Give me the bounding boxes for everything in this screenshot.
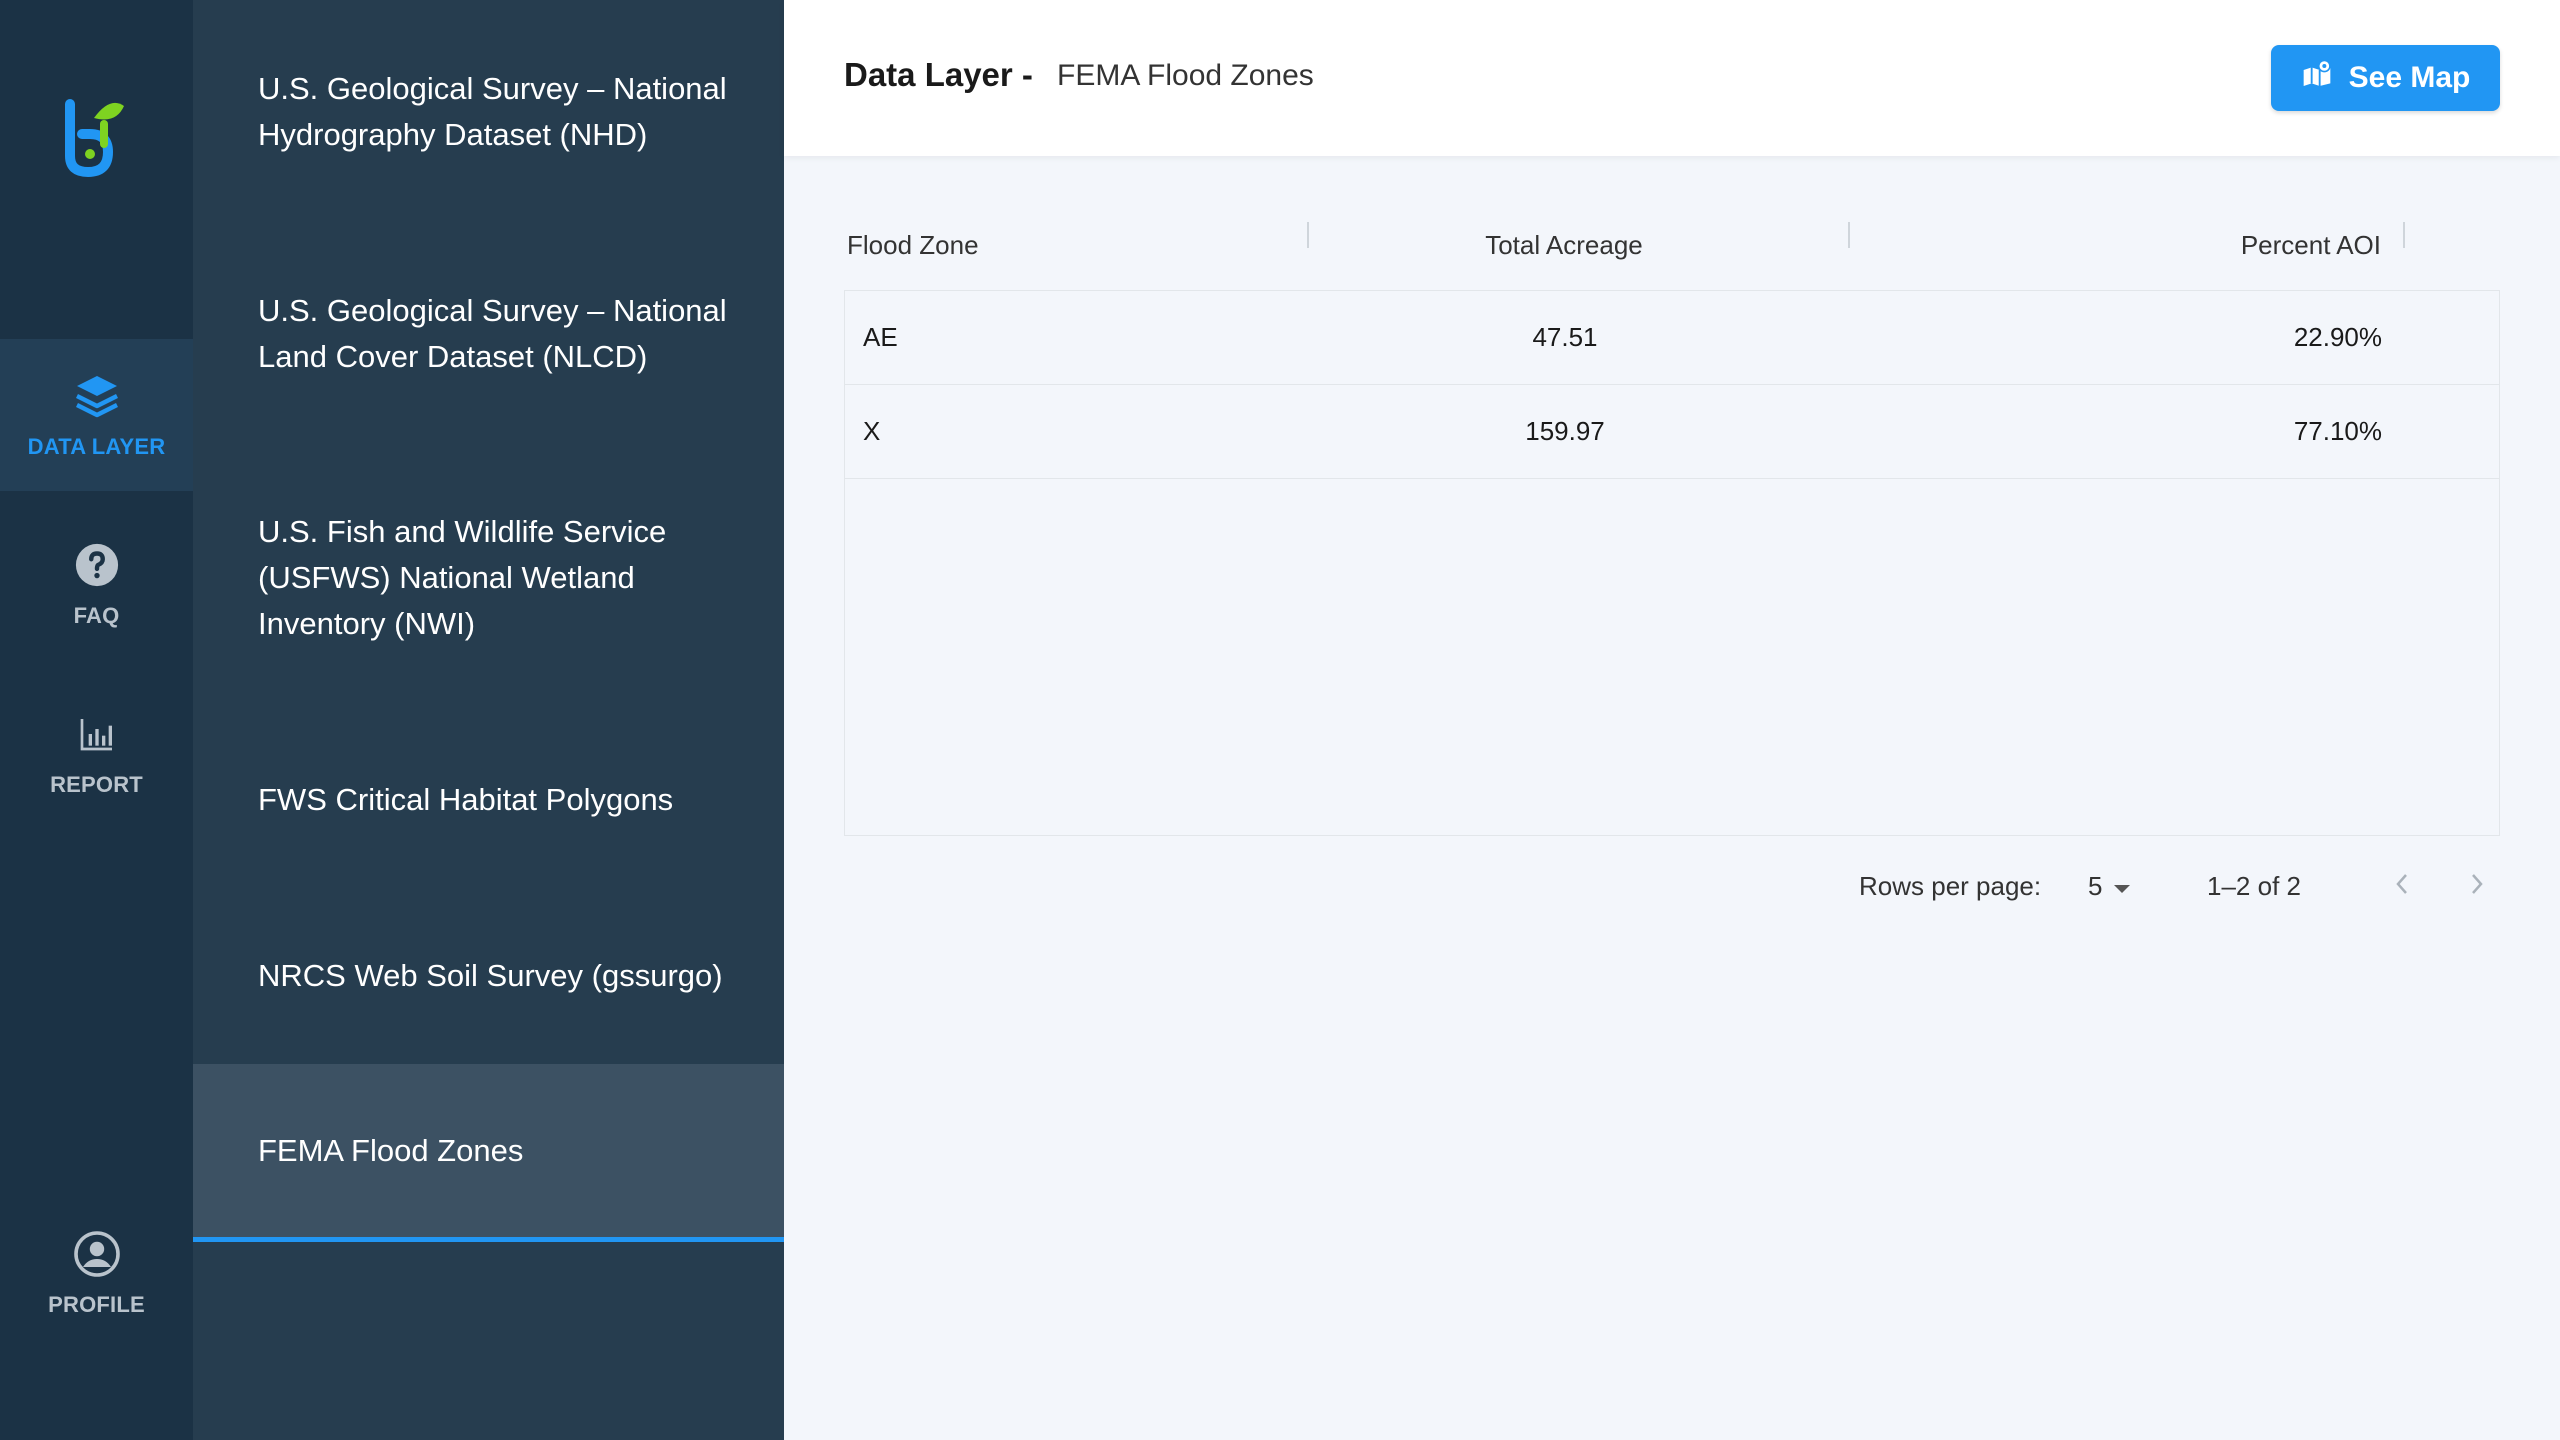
- rows-per-page-label: Rows per page:: [1859, 870, 2042, 901]
- column-separator[interactable]: [2403, 222, 2405, 248]
- app-logo[interactable]: [64, 98, 132, 180]
- chevron-right-icon: [2469, 872, 2485, 901]
- cell-flood-zone: X: [863, 416, 881, 446]
- dataset-item-label: FEMA Flood Zones: [258, 1132, 524, 1168]
- dataset-item-nhd[interactable]: U.S. Geological Survey – National Hydrog…: [193, 48, 784, 176]
- column-label: Flood Zone: [847, 229, 979, 260]
- page-title-label: Data Layer -: [844, 56, 1033, 93]
- bar-chart-icon: [71, 708, 123, 760]
- dataset-item-label: U.S. Geological Survey – National Hydrog…: [258, 71, 727, 152]
- layers-icon: [71, 370, 123, 422]
- nav-data-layer[interactable]: DATA LAYER: [0, 339, 193, 491]
- column-header-flood-zone[interactable]: Flood Zone: [847, 200, 979, 290]
- cell-flood-zone: AE: [863, 322, 898, 352]
- dataset-item-label: NRCS Web Soil Survey (gssurgo): [258, 958, 723, 993]
- nav-faq-label: FAQ: [73, 603, 120, 628]
- column-label: Percent AOI: [2240, 229, 2381, 260]
- cell-percent-aoi: 77.10%: [2293, 416, 2382, 446]
- next-page-button[interactable]: [2457, 866, 2497, 906]
- table-body: AE 47.51 22.90% X 159.97 77.10%: [844, 290, 2500, 836]
- caret-down-icon: [2112, 871, 2132, 902]
- main-content: Data Layer - FEMA Flood Zones See Map Fl…: [784, 0, 2560, 1440]
- cell-percent-aoi: 22.90%: [2293, 322, 2382, 352]
- column-separator[interactable]: [1848, 222, 1850, 248]
- nav-report-label: REPORT: [50, 772, 143, 797]
- table-row[interactable]: AE 47.51 22.90%: [845, 291, 2499, 385]
- nav-data-layer-label: DATA LAYER: [27, 434, 166, 459]
- pagination-range: 1–2 of 2: [2207, 870, 2301, 901]
- top-bar: Data Layer - FEMA Flood Zones See Map: [784, 0, 2560, 156]
- nav-profile-label: PROFILE: [48, 1292, 145, 1317]
- help-circle-icon: [71, 539, 123, 591]
- dataset-item-nlcd[interactable]: U.S. Geological Survey – National Land C…: [193, 270, 784, 398]
- see-map-button[interactable]: See Map: [2271, 45, 2500, 111]
- dataset-item-critical-habitat[interactable]: FWS Critical Habitat Polygons: [193, 760, 784, 840]
- column-header-total-acreage[interactable]: Total Acreage: [1254, 200, 1874, 290]
- prev-page-button[interactable]: [2382, 866, 2422, 906]
- cell-total-acreage: 159.97: [1525, 416, 1605, 446]
- dataset-item-label: FWS Critical Habitat Polygons: [258, 782, 674, 817]
- table-header: Flood Zone Total Acreage Percent AOI: [844, 200, 2500, 290]
- nav-profile[interactable]: PROFILE: [0, 1197, 193, 1349]
- map-icon: [2301, 58, 2333, 98]
- dataset-item-nwi[interactable]: U.S. Fish and Wildlife Service (USFWS) N…: [193, 490, 784, 665]
- dataset-list: U.S. Geological Survey – National Hydrog…: [193, 0, 784, 1440]
- table-row[interactable]: X 159.97 77.10%: [845, 385, 2499, 479]
- dataset-item-label: U.S. Fish and Wildlife Service (USFWS) N…: [258, 513, 667, 641]
- see-map-label: See Map: [2348, 61, 2471, 94]
- nav-faq[interactable]: FAQ: [0, 508, 193, 660]
- account-circle-icon: [71, 1228, 123, 1280]
- chevron-left-icon: [2394, 872, 2410, 901]
- dataset-item-fema-flood-zones[interactable]: FEMA Flood Zones: [193, 1064, 784, 1242]
- nav-report[interactable]: REPORT: [0, 677, 193, 829]
- rows-per-page-value: 5: [2088, 870, 2103, 901]
- icon-rail: DATA LAYER FAQ REPORT PROFILE: [0, 0, 193, 1440]
- column-label: Total Acreage: [1485, 229, 1643, 260]
- rows-per-page-select[interactable]: 5: [2088, 862, 2132, 910]
- column-header-percent-aoi[interactable]: Percent AOI: [1874, 200, 2381, 290]
- cell-total-acreage: 47.51: [1532, 322, 1598, 352]
- page-title-value: FEMA Flood Zones: [1057, 59, 1314, 92]
- dataset-item-gssurgo[interactable]: NRCS Web Soil Survey (gssurgo): [193, 936, 784, 1016]
- dataset-item-label: U.S. Geological Survey – National Land C…: [258, 293, 727, 374]
